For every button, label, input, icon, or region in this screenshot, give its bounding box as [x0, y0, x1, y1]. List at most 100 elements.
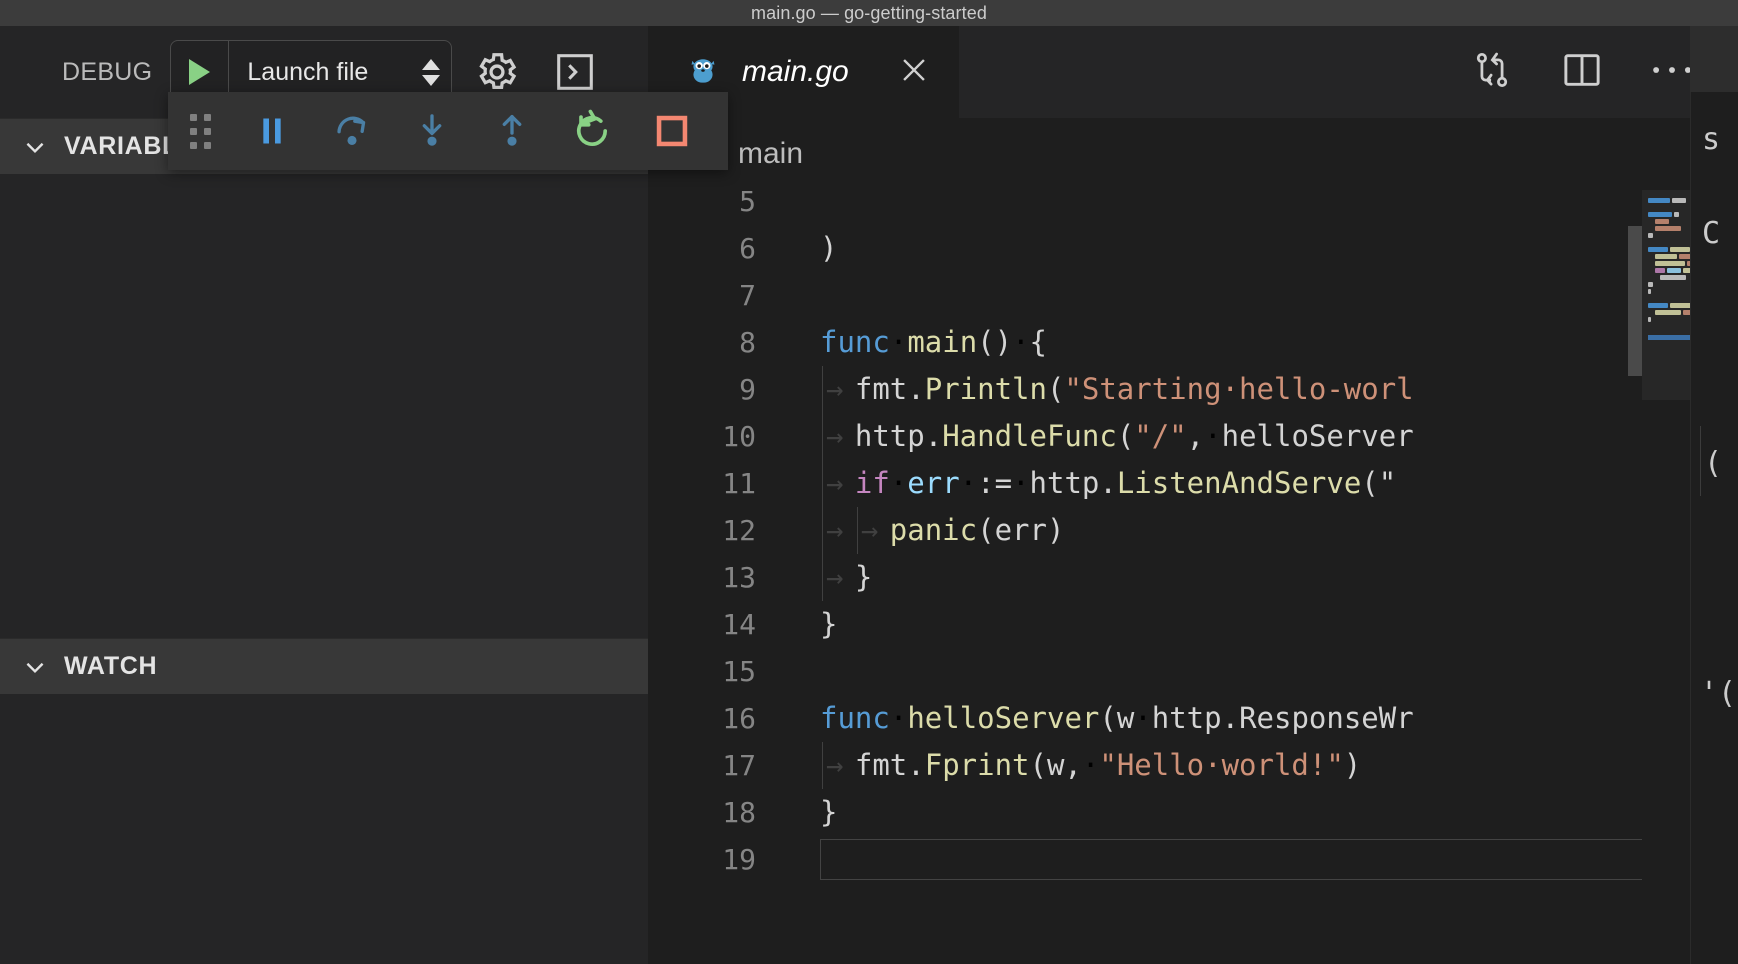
- pause-button[interactable]: [232, 92, 312, 170]
- line-number: 12: [648, 507, 756, 554]
- step-over-button[interactable]: [312, 92, 392, 170]
- code-line[interactable]: 10→http.HandleFunc("/",·helloServer: [648, 413, 1738, 460]
- peek-char: C: [1702, 216, 1720, 251]
- vscode-window: main.go — go-getting-started DEBUG Launc…: [0, 0, 1738, 964]
- code-token: err: [907, 466, 959, 500]
- code-text: }: [820, 789, 837, 836]
- variables-panel-body: [0, 174, 648, 638]
- code-token: "Hello·world!": [1099, 748, 1343, 782]
- code-token: ListenAndServe: [1117, 466, 1361, 500]
- line-number: 14: [648, 601, 756, 648]
- code-token: }: [820, 795, 837, 829]
- code-token: {: [1030, 325, 1047, 359]
- pause-icon: [252, 111, 292, 151]
- code-token: ·: [890, 325, 907, 359]
- code-token: Fprint: [925, 748, 1030, 782]
- tab-indicator: →: [826, 554, 843, 601]
- launch-configuration-label: Launch file: [229, 58, 411, 87]
- code-line[interactable]: 13 →}: [648, 554, 1738, 601]
- line-number: 17: [648, 742, 756, 789]
- code-token: helloServer: [1222, 419, 1414, 453]
- current-line-highlight: [820, 839, 1729, 880]
- close-icon: [897, 53, 931, 87]
- code-token: ·: [1082, 748, 1099, 782]
- code-text: ): [820, 225, 837, 272]
- peek-char: s: [1702, 122, 1720, 157]
- code-line[interactable]: 6): [648, 225, 1738, 272]
- minimap-segment: [1660, 275, 1686, 280]
- line-number: 11: [648, 460, 756, 507]
- minimap-segment: [1648, 310, 1653, 315]
- line-number: 19: [648, 836, 756, 883]
- floating-debug-toolbar[interactable]: [168, 92, 728, 170]
- adjacent-editor-peek: s C ( '(: [1690, 26, 1738, 964]
- code-line[interactable]: 9→fmt.Println("Starting·hello-worl: [648, 366, 1738, 413]
- restart-button[interactable]: [552, 92, 632, 170]
- code-line[interactable]: 11→if·err·:=·http.ListenAndServe(": [648, 460, 1738, 507]
- code-line[interactable]: 5: [648, 190, 1738, 225]
- code-token: helloServer: [907, 701, 1099, 735]
- code-token: (": [1361, 466, 1396, 500]
- debug-label: DEBUG: [62, 58, 152, 87]
- minimap-segment: [1648, 275, 1658, 280]
- minimap-segment: [1648, 233, 1653, 238]
- code-text: http.HandleFunc("/",·helloServer: [855, 413, 1414, 460]
- minimap-segment: [1648, 212, 1672, 217]
- drag-handle-button[interactable]: [168, 114, 232, 149]
- peek-tab[interactable]: [1690, 26, 1738, 92]
- code-line[interactable]: 18}: [648, 789, 1738, 836]
- code-line[interactable]: 16func·helloServer(w·http.ResponseWr: [648, 695, 1738, 742]
- line-number: 9: [648, 366, 756, 413]
- code-line[interactable]: 7: [648, 272, 1738, 319]
- compare-changes-button[interactable]: [1470, 48, 1514, 97]
- peek-char: (: [1704, 446, 1722, 481]
- indent-guide: [822, 742, 823, 789]
- step-into-button[interactable]: [392, 92, 472, 170]
- indent-guide: [822, 366, 823, 413]
- code-token: "/": [1134, 419, 1186, 453]
- minimap-segment: [1648, 303, 1668, 308]
- code-line[interactable]: 8func·main()·{: [648, 319, 1738, 366]
- close-tab-button[interactable]: [897, 53, 931, 92]
- code-line[interactable]: 14}: [648, 601, 1738, 648]
- peek-indent-guide: [1700, 426, 1701, 496]
- step-out-button[interactable]: [472, 92, 552, 170]
- code-token: panic: [890, 513, 977, 547]
- indent-guide: [822, 413, 823, 460]
- line-number: 15: [648, 648, 756, 695]
- chevron-down-icon: [22, 134, 48, 160]
- line-number: 8: [648, 319, 756, 366]
- minimap-segment: [1655, 219, 1669, 224]
- more-actions-button[interactable]: [1650, 59, 1694, 86]
- stop-button[interactable]: [632, 92, 712, 170]
- titlebar: main.go — go-getting-started: [0, 0, 1738, 26]
- code-token: http.: [855, 419, 942, 453]
- editor-vertical-scrollbar[interactable]: [1628, 226, 1642, 376]
- tab-indicator: →: [861, 507, 878, 554]
- code-token: (): [977, 325, 1012, 359]
- code-editor[interactable]: 56)78func·main()·{9→fmt.Println("Startin…: [648, 190, 1738, 964]
- code-line[interactable]: 15: [648, 648, 1738, 695]
- line-number: 13: [648, 554, 756, 601]
- code-line[interactable]: 19: [648, 836, 1738, 883]
- code-token: Println: [925, 372, 1047, 406]
- code-token: func: [820, 701, 890, 735]
- code-token: if: [855, 466, 890, 500]
- code-line[interactable]: 17→fmt.Fprint(w,·"Hello·world!"): [648, 742, 1738, 789]
- line-number: 10: [648, 413, 756, 460]
- code-token: ·: [1204, 419, 1221, 453]
- minimap-segment: [1655, 261, 1685, 266]
- code-text: }: [855, 554, 872, 601]
- more-actions-icon: [1650, 59, 1694, 81]
- minimap-segment: [1655, 254, 1677, 259]
- split-editor-button[interactable]: [1560, 48, 1604, 97]
- minimap-segment: [1670, 247, 1690, 252]
- code-token: ): [1344, 748, 1361, 782]
- line-number: 16: [648, 695, 756, 742]
- code-token: ·: [1012, 325, 1029, 359]
- line-number: 18: [648, 789, 756, 836]
- code-line[interactable]: 12→→panic(err): [648, 507, 1738, 554]
- sidebar-section-watch[interactable]: WATCH: [0, 638, 648, 694]
- breadcrumb[interactable]: main: [648, 118, 1738, 190]
- stop-icon: [651, 110, 693, 152]
